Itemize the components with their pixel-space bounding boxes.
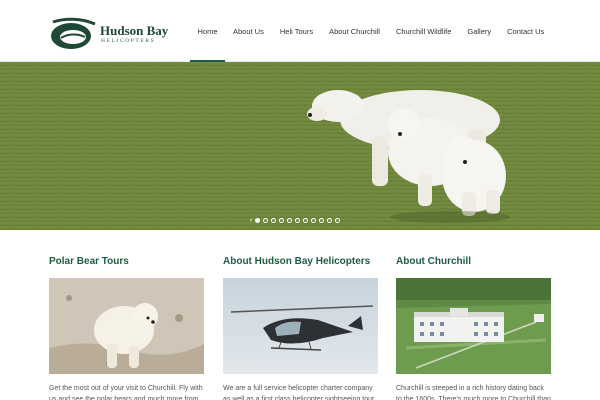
section-title[interactable]: Polar Bear Tours	[49, 256, 204, 270]
nav-gallery[interactable]: Gallery	[459, 0, 499, 62]
slider-dot[interactable]	[327, 218, 333, 223]
slider-prev-arrow[interactable]: ‹	[250, 217, 252, 224]
nav-heli-tours[interactable]: Heli Tours	[272, 0, 321, 62]
slider-dot[interactable]	[263, 218, 269, 223]
nav-home[interactable]: Home	[190, 0, 225, 62]
nav-about-us[interactable]: About Us	[225, 0, 272, 62]
about-churchill-section: About Churchill Churchill is steeped in …	[396, 250, 551, 400]
slider-dot[interactable]	[287, 218, 293, 223]
helicopter-logo-icon	[51, 17, 96, 49]
slider-dot[interactable]	[319, 218, 325, 223]
logo-tagline: HELICOPTERS	[101, 38, 156, 44]
slider-dot[interactable]	[271, 218, 277, 223]
main-nav: Home About Us Heli Tours About Churchill…	[190, 0, 552, 62]
section-title[interactable]: About Churchill	[396, 256, 551, 270]
site-header: Hudson Bay HELICOPTERS Home About Us Hel…	[0, 0, 600, 62]
slider-dot[interactable]	[335, 218, 341, 223]
section-title[interactable]: About Hudson Bay Helicopters	[223, 256, 378, 270]
logo-name: Hudson Bay	[100, 23, 169, 38]
nav-about-churchill[interactable]: About Churchill	[321, 0, 388, 62]
slider-dot[interactable]	[255, 218, 261, 223]
slider-dot[interactable]	[295, 218, 301, 223]
about-hudson-bay-helicopters-section: About Hudson Bay Helicopters We are a fu…	[223, 250, 378, 400]
slider-dot[interactable]	[279, 218, 285, 223]
polar-bear-thumbnail-image[interactable]	[49, 278, 204, 374]
helicopter-thumbnail-image[interactable]	[223, 278, 378, 374]
nav-contact-us[interactable]: Contact Us	[499, 0, 552, 62]
section-text: We are a full service helicopter charter…	[223, 385, 375, 400]
site-logo[interactable]: Hudson Bay HELICOPTERS	[49, 16, 169, 52]
churchill-building-thumbnail-image[interactable]	[396, 278, 551, 374]
slider-dot[interactable]	[303, 218, 309, 223]
polar-bear-tours-section: Polar Bear Tours Get the most out of you…	[49, 250, 204, 400]
slider-pagination: ‹	[250, 217, 341, 224]
section-text: Get the most out of your visit to Church…	[49, 385, 203, 400]
slider-dot[interactable]	[311, 218, 317, 223]
nav-churchill-wildlife[interactable]: Churchill Wildlife	[388, 0, 459, 62]
polar-bears-hero-image	[0, 62, 600, 230]
section-text: Churchill is steeped in a rich history d…	[396, 385, 551, 400]
hero-slider[interactable]	[0, 62, 600, 230]
